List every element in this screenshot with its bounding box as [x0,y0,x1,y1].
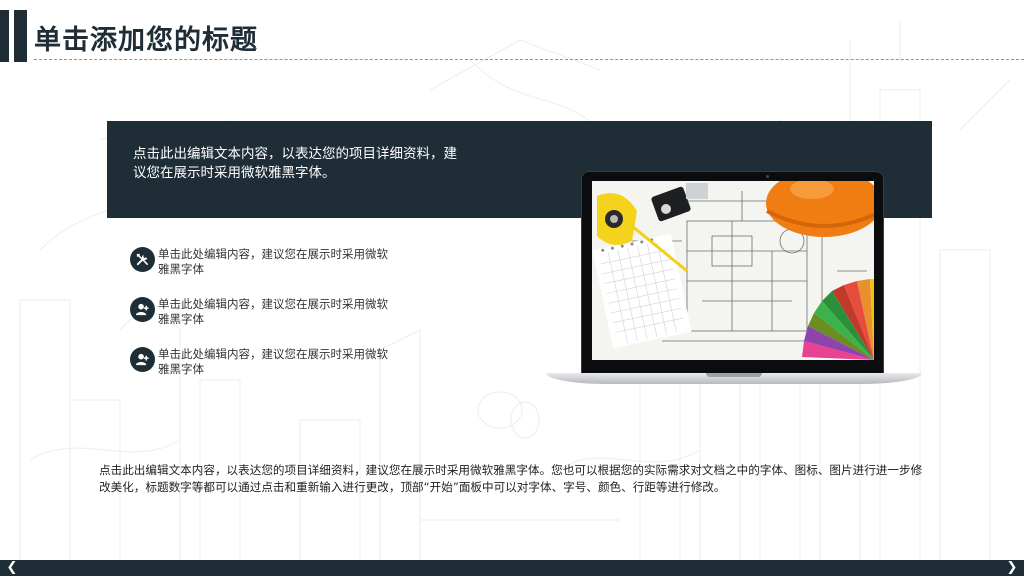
laptop-mockup [546,170,922,390]
tools-icon [130,247,155,272]
laptop-screen-image[interactable] [592,181,874,360]
user-add-icon [130,347,155,372]
body-paragraph[interactable]: 点击此出编辑文本内容，以表达您的项目详细资料，建议您在展示时采用微软雅黑字体。您… [99,462,929,496]
feature-text[interactable]: 单击此处编辑内容，建议您在展示时采用微软雅黑字体 [158,247,398,277]
feature-text[interactable]: 单击此处编辑内容，建议您在展示时采用微软雅黑字体 [158,347,398,377]
intro-text[interactable]: 点击此出编辑文本内容，以表达您的项目详细资料，建议您在展示时采用微软雅黑字体。 [133,145,468,183]
laptop-notch [706,373,762,377]
title-divider [34,59,1024,60]
next-slide-button[interactable]: ❯ [1003,561,1021,575]
feature-text[interactable]: 单击此处编辑内容，建议您在展示时采用微软雅黑字体 [158,297,398,327]
title-accent-bar [0,10,9,62]
user-add-icon [130,297,155,322]
page-title[interactable]: 单击添加您的标题 [34,18,258,57]
footer-bar [0,560,1024,576]
prev-slide-button[interactable]: ❮ [3,561,21,575]
laptop-camera [766,175,769,178]
title-accent-bar [14,10,27,62]
